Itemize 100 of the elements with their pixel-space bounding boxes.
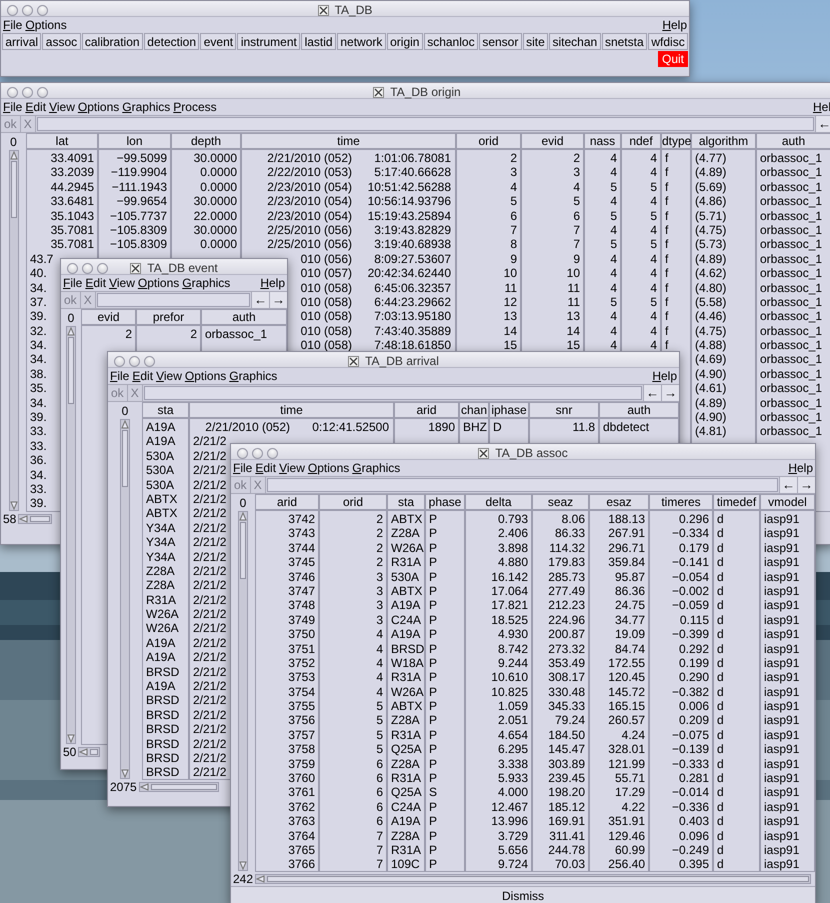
column-header[interactable]: algorithm (691, 133, 756, 149)
menu-item[interactable]: File (63, 274, 82, 292)
help-menu[interactable]: Hel (812, 98, 830, 116)
column-header[interactable]: auth (599, 402, 679, 418)
column-header[interactable]: delta (465, 494, 532, 510)
left-arrow-icon[interactable] (256, 875, 266, 883)
column-header[interactable]: depth (171, 133, 241, 149)
column-header[interactable]: time (241, 133, 456, 149)
window-control-button[interactable] (267, 448, 278, 458)
table-button[interactable]: snetsta (602, 33, 648, 50)
table-button[interactable]: sitechan (549, 33, 601, 50)
menu-item[interactable]: Options (138, 274, 180, 292)
column-header[interactable]: chan (459, 402, 489, 418)
menu-item[interactable]: Edit (255, 459, 276, 477)
menu-item[interactable]: Options (184, 367, 226, 385)
input-field[interactable] (144, 386, 642, 400)
left-arrow-icon[interactable] (140, 783, 150, 791)
column-header[interactable]: iphase (489, 402, 529, 418)
menu-item[interactable]: View (156, 367, 182, 385)
column-header[interactable]: prefor (136, 309, 201, 325)
help-menu[interactable]: Help (788, 459, 813, 477)
column-header[interactable]: nass (584, 133, 621, 149)
window-control-button[interactable] (67, 262, 78, 274)
arrow-button[interactable]: ← (779, 477, 797, 493)
scroll-thumb[interactable] (10, 161, 16, 218)
scroll-thumb[interactable] (68, 337, 74, 404)
up-arrow-icon[interactable] (10, 151, 18, 161)
menu-item[interactable]: File (3, 16, 22, 34)
help-menu[interactable]: Help (662, 16, 687, 34)
table-button[interactable]: lastid (301, 33, 336, 50)
column-header[interactable]: dtype (661, 133, 691, 149)
horizontal-scrollbar[interactable] (255, 874, 811, 884)
left-arrow-icon[interactable] (19, 515, 30, 523)
column-header[interactable]: timeres (649, 494, 713, 510)
scroll-thumb[interactable] (240, 522, 246, 580)
window-control-button[interactable] (37, 86, 48, 98)
menu-item[interactable]: Edit (25, 98, 46, 116)
up-arrow-icon[interactable] (121, 420, 129, 430)
scroll-thumb[interactable] (267, 876, 809, 882)
table-button[interactable]: detection (144, 33, 200, 50)
up-arrow-icon[interactable] (67, 327, 75, 337)
vertical-scrollbar[interactable] (66, 326, 76, 744)
column-header[interactable]: snr (529, 402, 599, 418)
down-arrow-icon[interactable] (67, 733, 75, 743)
window-control-button[interactable] (129, 356, 140, 366)
up-arrow-icon[interactable] (239, 512, 247, 522)
window-control-button[interactable] (252, 448, 263, 458)
quit-button[interactable]: Quit (658, 51, 688, 67)
window-control-button[interactable] (114, 356, 125, 366)
window-control-button[interactable] (144, 356, 155, 366)
scroll-thumb[interactable] (150, 784, 217, 790)
arrow-button[interactable]: → (269, 292, 287, 308)
table-button[interactable]: schanloc (424, 33, 478, 50)
vertical-scrollbar[interactable] (238, 511, 248, 871)
column-header[interactable]: seaz (532, 494, 589, 510)
table-button[interactable]: instrument (237, 33, 300, 50)
input-field[interactable] (96, 293, 250, 307)
menu-item[interactable]: Options (25, 16, 67, 34)
table-button[interactable]: assoc (42, 33, 80, 50)
column-header[interactable]: sta (387, 494, 425, 510)
horizontal-scrollbar[interactable] (18, 514, 52, 524)
column-header[interactable]: arid (394, 402, 459, 418)
window-control-button[interactable] (237, 448, 248, 458)
column-header[interactable]: arid (255, 494, 319, 510)
window-control-button[interactable] (7, 86, 18, 98)
help-menu[interactable]: Help (652, 367, 677, 385)
window-control-button[interactable] (22, 4, 33, 16)
window-control-button[interactable] (7, 4, 18, 16)
scroll-thumb[interactable] (30, 516, 50, 522)
vertical-scrollbar[interactable] (8, 150, 18, 511)
down-arrow-icon[interactable] (10, 500, 18, 510)
menu-item[interactable]: Graphics (352, 459, 400, 477)
table-button[interactable]: event (200, 33, 236, 50)
dismiss-button[interactable]: Dismiss (231, 886, 815, 903)
column-header[interactable]: auth (201, 309, 287, 325)
column-header[interactable]: auth (756, 133, 830, 149)
menu-item[interactable]: File (3, 98, 22, 116)
column-header[interactable]: lat (26, 133, 98, 149)
input-field[interactable] (36, 117, 814, 131)
arrow-button[interactable]: ← (643, 385, 661, 401)
table-button[interactable]: sensor (478, 33, 522, 50)
column-header[interactable]: evid (521, 133, 584, 149)
scroll-thumb[interactable] (90, 749, 98, 755)
menu-item[interactable]: Edit (132, 367, 154, 385)
window-control-button[interactable] (37, 4, 48, 16)
column-header[interactable]: lon (98, 133, 171, 149)
column-header[interactable]: phase (425, 494, 465, 510)
arrow-button[interactable]: → (661, 385, 679, 401)
menu-item[interactable]: File (110, 367, 130, 385)
menu-item[interactable]: Graphics (229, 367, 278, 385)
help-menu[interactable]: Help (260, 274, 285, 292)
down-arrow-icon[interactable] (239, 860, 247, 870)
column-header[interactable]: timedef (713, 494, 760, 510)
menu-item[interactable]: View (49, 98, 75, 116)
scroll-thumb[interactable] (122, 430, 128, 488)
table-button[interactable]: network (336, 33, 386, 50)
menu-item[interactable]: Edit (85, 274, 106, 292)
table-button[interactable]: origin (386, 33, 423, 50)
input-field[interactable] (266, 478, 778, 492)
table-button[interactable]: wfdisc (648, 33, 688, 50)
